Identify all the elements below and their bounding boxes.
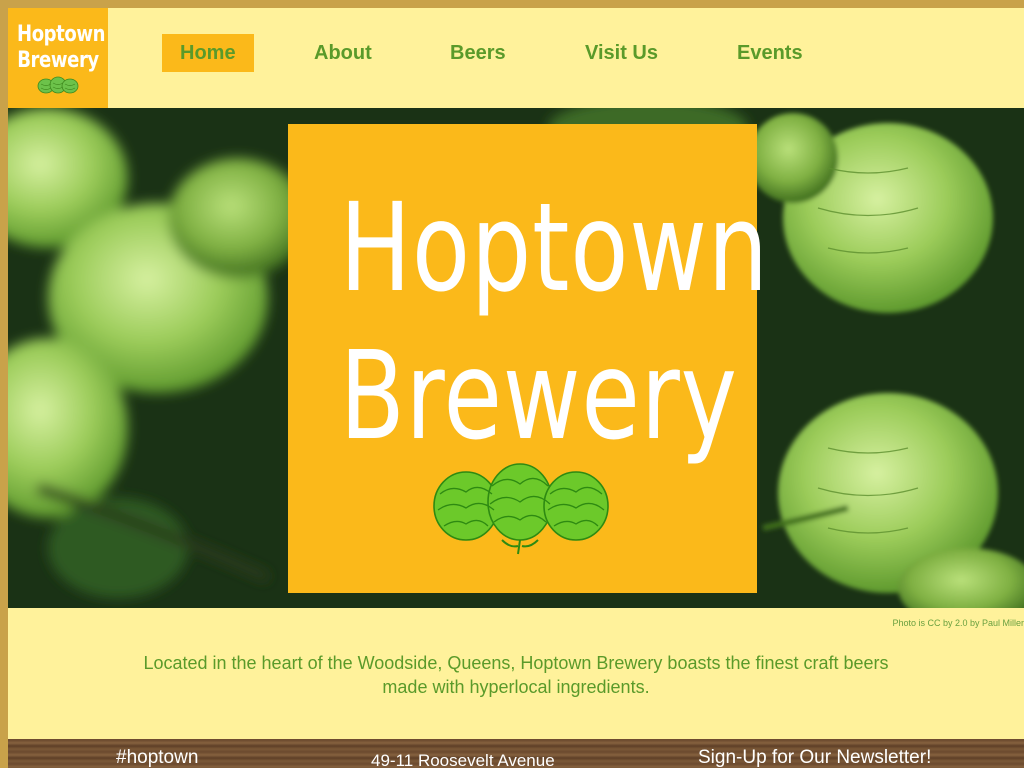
- photo-credit: Photo is CC by 2.0 by Paul Miller: [892, 618, 1024, 628]
- intro-line-2: made with hyperlocal ingredients.: [382, 677, 650, 697]
- site-footer: #hoptown 49-11 Roosevelt Avenue Sign-Up …: [8, 739, 1024, 768]
- nav-about[interactable]: About: [314, 34, 372, 72]
- hero-section: Hoptown Brewery: [8, 108, 1024, 608]
- intro-text: Located in the heart of the Woodside, Qu…: [8, 651, 1024, 699]
- site-header: Hoptown Brewery Home About Beers Visit U…: [8, 8, 1024, 108]
- hops-icon: [37, 76, 79, 94]
- nav-visit-us[interactable]: Visit Us: [585, 34, 658, 72]
- nav-home[interactable]: Home: [162, 34, 254, 72]
- newsletter-signup-link[interactable]: Sign-Up for Our Newsletter!: [698, 747, 931, 768]
- hops-icon: [433, 463, 609, 555]
- logo[interactable]: Hoptown Brewery: [8, 8, 108, 108]
- hero-title-card: Hoptown Brewery: [288, 124, 769, 593]
- nav-events[interactable]: Events: [737, 34, 803, 72]
- hero-title-line-2: Brewery: [339, 325, 738, 467]
- logo-line-1: Hoptown: [17, 22, 106, 47]
- page-frame: Hoptown Brewery Home About Beers Visit U…: [8, 8, 1024, 768]
- logo-line-2: Brewery: [17, 48, 99, 73]
- nav-beers[interactable]: Beers: [450, 34, 506, 72]
- intro-line-1: Located in the heart of the Woodside, Qu…: [143, 653, 889, 673]
- footer-address: 49-11 Roosevelt Avenue: [371, 751, 555, 768]
- footer-hashtag[interactable]: #hoptown: [116, 747, 198, 768]
- hero-title-line-1: Hoptown: [339, 177, 769, 319]
